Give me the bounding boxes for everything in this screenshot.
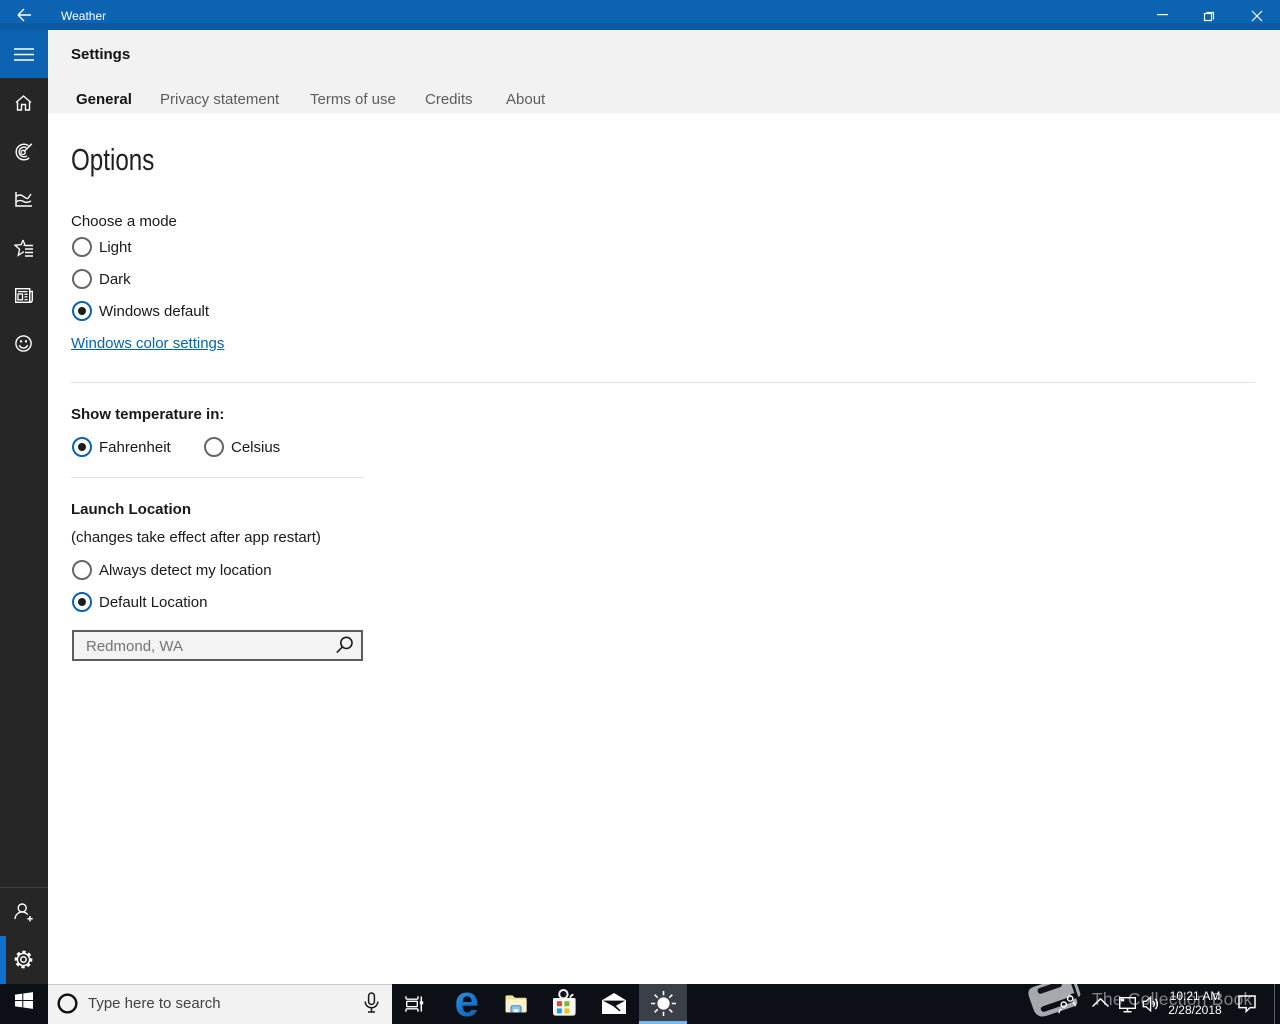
svg-text:e: e — [455, 991, 479, 1019]
